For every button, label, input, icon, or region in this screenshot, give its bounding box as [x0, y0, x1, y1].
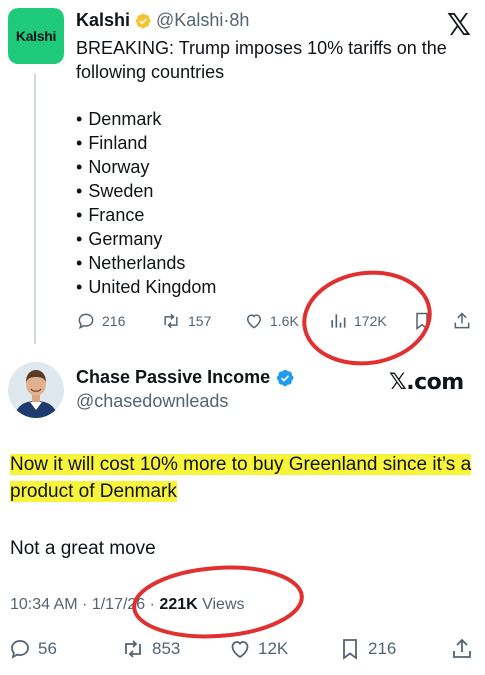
views-count: 221K	[159, 596, 198, 613]
share-button[interactable]	[452, 308, 472, 334]
tweet1-text: BREAKING: Trump imposes 10% tariffs on t…	[76, 38, 447, 82]
repost-icon	[164, 313, 178, 329]
highlighted-text: Now it will cost 10% more to buy Greenla…	[10, 454, 472, 502]
like-count: 1.6K	[270, 313, 299, 329]
reply-button[interactable]: 56	[8, 636, 57, 662]
person-avatar-icon	[8, 362, 64, 418]
bookmark-count: 216	[368, 639, 397, 658]
tweet2-author-name[interactable]: Chase Passive Income	[76, 367, 270, 388]
tweet2-handle[interactable]: @chasedownleads	[76, 391, 228, 412]
tweet2-actions: 56 853 12K 216	[8, 636, 478, 662]
tweet1-author-name[interactable]: Kalshi	[76, 10, 130, 31]
tweet1-actions: 216 157 1.6K 172K	[76, 308, 476, 334]
reply-count: 56	[38, 639, 57, 658]
share-button[interactable]	[450, 636, 474, 662]
tweet1-header: Kalshi @Kalshi · 8h	[76, 10, 249, 31]
bookmark-icon	[343, 639, 357, 660]
repost-count: 853	[152, 639, 181, 658]
tweet1-time[interactable]: 8h	[229, 10, 249, 31]
like-button[interactable]: 1.6K	[244, 308, 299, 334]
bookmark-icon	[416, 312, 428, 330]
country-list: Denmark Finland Norway Sweden France Ger…	[76, 107, 216, 299]
repost-button[interactable]: 157	[160, 308, 211, 334]
share-icon	[454, 312, 470, 329]
avatar[interactable]	[8, 362, 64, 418]
list-item: Netherlands	[76, 251, 216, 275]
tweet2-text-second: Not a great move	[10, 538, 156, 559]
views-icon	[331, 314, 346, 328]
gold-verified-icon	[135, 13, 151, 28]
tweet2-meta: 10:34 AM · 1/17/26 · 221K Views	[10, 596, 245, 614]
like-count: 12K	[258, 639, 289, 658]
like-icon	[246, 314, 262, 329]
reply-icon	[78, 313, 94, 330]
views-button[interactable]: 172K	[328, 308, 387, 334]
x-com-watermark: 𝕏.com	[389, 370, 464, 395]
reply-button[interactable]: 216	[76, 308, 125, 334]
views-count: 172K	[354, 313, 387, 329]
blue-verified-icon	[277, 369, 294, 386]
bookmark-button[interactable]: 216	[338, 636, 396, 662]
list-item: Denmark	[76, 107, 216, 131]
list-item: Sweden	[76, 179, 216, 203]
reply-icon	[11, 640, 29, 659]
list-item: Finland	[76, 131, 216, 155]
bookmark-button[interactable]	[412, 308, 432, 334]
tweet2-header: Chase Passive Income	[76, 367, 295, 388]
list-item: Germany	[76, 227, 216, 251]
tweet1-handle[interactable]: @Kalshi	[156, 10, 223, 31]
reply-count: 216	[102, 313, 126, 329]
timestamp[interactable]: 10:34 AM · 1/17/26 ·	[10, 596, 159, 613]
list-item: France	[76, 203, 216, 227]
like-icon	[231, 641, 249, 659]
like-button[interactable]: 12K	[228, 636, 288, 662]
repost-icon	[125, 640, 141, 658]
tweet2-text-highlighted: Now it will cost 10% more to buy Greenla…	[10, 451, 472, 505]
kalshi-avatar[interactable]: Kalshi	[8, 8, 64, 64]
thread-line	[34, 74, 36, 344]
share-icon	[453, 638, 471, 658]
repost-count: 157	[188, 313, 212, 329]
views-label: Views	[197, 596, 245, 613]
list-item: Norway	[76, 155, 216, 179]
list-item: United Kingdom	[76, 275, 216, 299]
repost-button[interactable]: 853	[120, 636, 180, 662]
